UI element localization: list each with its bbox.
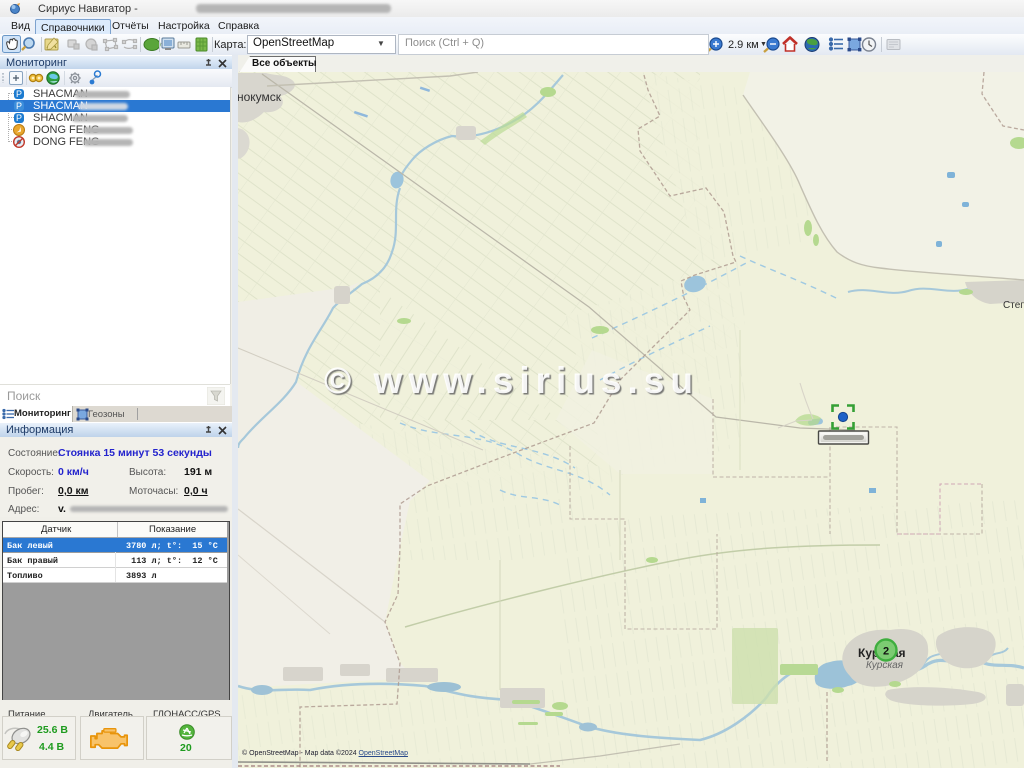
svg-text:Степное: Степное <box>1003 300 1024 311</box>
svg-text:2: 2 <box>883 646 889 658</box>
svg-text:нокумск: нокумск <box>238 90 282 104</box>
svg-text:Курская: Курская <box>866 660 904 671</box>
